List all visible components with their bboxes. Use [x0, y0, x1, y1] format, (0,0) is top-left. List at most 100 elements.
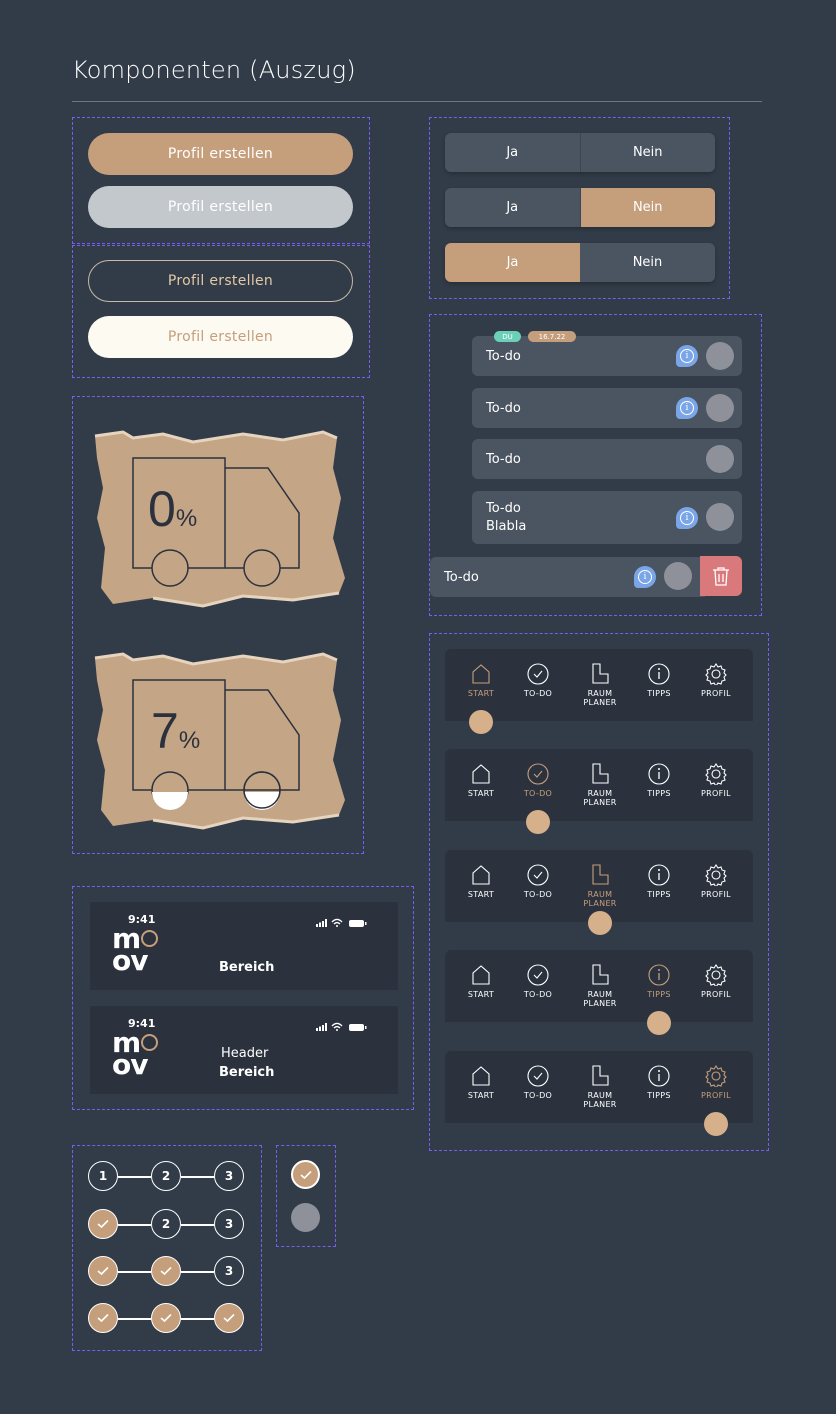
- nav-item[interactable]: START: [459, 864, 503, 899]
- nav-item[interactable]: PROFIL: [694, 964, 738, 999]
- toggle-yes-selected[interactable]: Ja: [445, 243, 580, 282]
- floor-plan-icon: [592, 864, 609, 885]
- nav-item[interactable]: PROFIL: [694, 663, 738, 698]
- nav-item[interactable]: START: [459, 1065, 503, 1100]
- radio-unchecked[interactable]: [291, 1203, 320, 1232]
- nav-label: TO-DO: [523, 689, 553, 698]
- info-icon[interactable]: i: [676, 397, 698, 419]
- nav-label: START: [467, 1091, 495, 1100]
- stepper-connector: [118, 1271, 151, 1273]
- todo-checkbox[interactable]: [706, 342, 734, 370]
- step-done[interactable]: [88, 1256, 118, 1286]
- todo-item[interactable]: To-do: [472, 336, 742, 376]
- info-icon: [648, 763, 670, 785]
- nav-label: PLANER: [583, 899, 617, 908]
- todo-item[interactable]: To-do: [472, 439, 742, 479]
- nav-item[interactable]: RAUM PLANER: [578, 1065, 622, 1109]
- nav-item[interactable]: START: [459, 964, 503, 999]
- nav-label: TIPPS: [647, 1091, 671, 1100]
- nav-item[interactable]: TIPPS: [637, 864, 681, 899]
- step-done[interactable]: [151, 1256, 181, 1286]
- check-icon: [223, 1313, 235, 1323]
- home-icon: [472, 965, 490, 985]
- home-icon: [472, 865, 490, 885]
- step-number[interactable]: 3: [214, 1209, 244, 1239]
- step-done[interactable]: [214, 1303, 244, 1333]
- nav-item[interactable]: TO-DO: [516, 763, 560, 798]
- info-icon[interactable]: i: [676, 345, 698, 367]
- radio-checked[interactable]: [291, 1160, 320, 1189]
- todo-checkbox[interactable]: [706, 394, 734, 422]
- home-icon: [472, 764, 490, 784]
- check-icon: [160, 1313, 172, 1323]
- step-done[interactable]: [88, 1303, 118, 1333]
- primary-button[interactable]: Profil erstellen: [88, 133, 353, 175]
- nav-item[interactable]: TIPPS: [637, 763, 681, 798]
- nav-label: TIPPS: [647, 689, 671, 698]
- nav-item[interactable]: RAUM PLANER: [578, 964, 622, 1008]
- nav-item[interactable]: TIPPS: [637, 1065, 681, 1100]
- stepper-connector: [181, 1271, 214, 1273]
- nav-item[interactable]: TO-DO: [516, 1065, 560, 1100]
- nav-item[interactable]: RAUM PLANER: [578, 663, 622, 707]
- step-number[interactable]: 1: [88, 1161, 118, 1191]
- stepper-connector: [181, 1318, 214, 1320]
- bottom-nav: START TO-DO RAUM PLANER TIPPS PROFIL: [445, 1051, 753, 1123]
- check-icon: [160, 1266, 172, 1276]
- toggle-yes[interactable]: Ja: [445, 188, 581, 227]
- todo-checkbox[interactable]: [664, 562, 692, 590]
- yes-no-toggle[interactable]: Ja Nein: [445, 188, 715, 227]
- nav-label: PLANER: [583, 798, 617, 807]
- nav-item[interactable]: TIPPS: [637, 964, 681, 999]
- nav-label: PROFIL: [701, 890, 731, 899]
- toggle-yes[interactable]: Ja: [445, 133, 581, 172]
- toggle-no[interactable]: Nein: [580, 133, 715, 172]
- nav-item[interactable]: PROFIL: [694, 763, 738, 798]
- trash-icon: [713, 567, 729, 586]
- check-circle-icon: [527, 663, 549, 685]
- nav-item[interactable]: START: [459, 763, 503, 798]
- nav-item[interactable]: PROFIL: [694, 1065, 738, 1100]
- stepper-connector: [118, 1176, 151, 1178]
- delete-button[interactable]: [700, 556, 742, 596]
- step-number[interactable]: 2: [151, 1161, 181, 1191]
- nav-item[interactable]: TO-DO: [516, 864, 560, 899]
- step-done[interactable]: [88, 1209, 118, 1239]
- light-button[interactable]: Profil erstellen: [88, 316, 353, 358]
- nav-label: PROFIL: [701, 1091, 731, 1100]
- nav-item[interactable]: TO-DO: [516, 663, 560, 698]
- step-number[interactable]: 2: [151, 1209, 181, 1239]
- stepper-connector: [181, 1224, 214, 1226]
- todo-item-multiline[interactable]: To-do Blabla: [472, 491, 742, 544]
- outline-button[interactable]: Profil erstellen: [88, 260, 353, 302]
- step-done[interactable]: [151, 1303, 181, 1333]
- toggle-no-selected[interactable]: Nein: [580, 188, 715, 227]
- nav-item[interactable]: START: [459, 663, 503, 698]
- nav-item[interactable]: TIPPS: [637, 663, 681, 698]
- check-circle-icon: [527, 964, 549, 986]
- floor-plan-icon: [592, 663, 609, 684]
- nav-item[interactable]: PROFIL: [694, 864, 738, 899]
- step-number[interactable]: 3: [214, 1256, 244, 1286]
- nav-item[interactable]: RAUM PLANER: [578, 864, 622, 908]
- info-icon[interactable]: i: [676, 507, 698, 529]
- yes-no-toggle[interactable]: Ja Nein: [445, 243, 715, 282]
- nav-item[interactable]: TO-DO: [516, 964, 560, 999]
- gear-icon: [705, 1065, 727, 1087]
- todo-checkbox[interactable]: [706, 445, 734, 473]
- nav-label: TIPPS: [647, 990, 671, 999]
- todo-item[interactable]: To-do: [472, 388, 742, 428]
- yes-no-toggle[interactable]: Ja Nein: [445, 133, 715, 172]
- page-title: Komponenten (Auszug): [72, 56, 356, 84]
- nav-item[interactable]: RAUM PLANER: [578, 763, 622, 807]
- info-icon[interactable]: i: [634, 566, 656, 588]
- check-icon: [97, 1266, 109, 1276]
- nav-label: TO-DO: [523, 789, 553, 798]
- todo-checkbox[interactable]: [706, 503, 734, 531]
- nav-label: PROFIL: [701, 990, 731, 999]
- toggle-no[interactable]: Nein: [580, 243, 715, 282]
- stepper-connector: [118, 1318, 151, 1320]
- status-icons: [316, 1017, 367, 1031]
- stepper-connector: [118, 1224, 151, 1226]
- step-number[interactable]: 3: [214, 1161, 244, 1191]
